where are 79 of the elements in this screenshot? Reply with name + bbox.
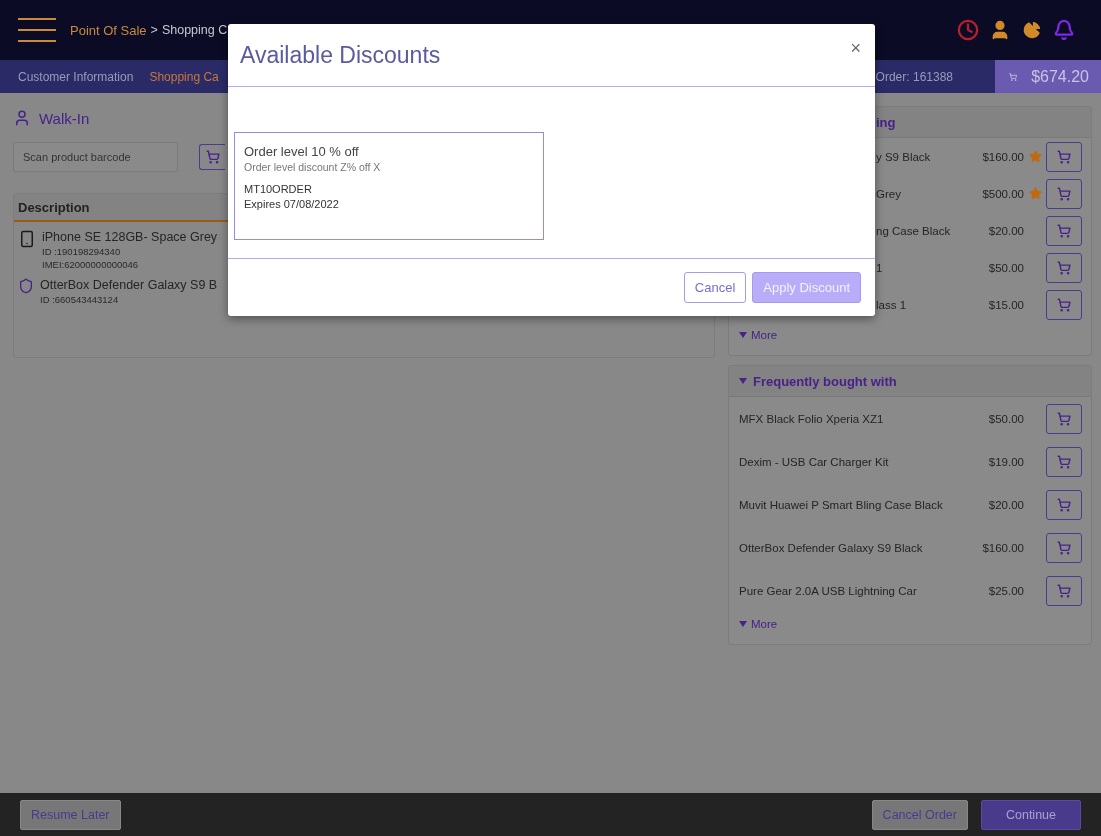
close-button[interactable]: ×	[848, 38, 863, 59]
nav-tab[interactable]: Shopping Ca	[149, 69, 219, 84]
breadcrumb-separator: >	[150, 23, 158, 37]
pie-chart-icon[interactable]	[1021, 19, 1043, 41]
product-name: Pure Gear 2.0A USB Lightning Car	[739, 584, 918, 597]
customer-name[interactable]: Walk-In	[39, 109, 90, 127]
add-to-cart-button[interactable]	[1046, 215, 1082, 246]
product-name: 1	[875, 261, 884, 274]
item-detail: ID :190198294340	[42, 246, 122, 257]
cart-icon	[1057, 497, 1071, 512]
cart-icon	[1057, 186, 1071, 201]
discount-code: MT10ORDER	[244, 183, 313, 195]
add-to-cart-button[interactable]	[1046, 489, 1082, 520]
product-price: $25.00	[988, 584, 1024, 597]
product-price: $50.00	[988, 261, 1024, 274]
item-name: iPhone SE 128GB- Space Grey	[42, 230, 218, 244]
discount-card[interactable]: Order level 10 % off Order level discount Z% off X MT10ORDER Expires 07/08/2022	[234, 132, 544, 240]
bell-icon[interactable]	[1053, 19, 1075, 41]
nav-tab[interactable]: Customer Information	[18, 69, 134, 84]
menu-icon[interactable]	[18, 17, 56, 43]
product-price: $20.00	[988, 224, 1024, 237]
product-price: $50.00	[988, 412, 1024, 425]
item-detail: IMEI:62000000000046	[42, 259, 140, 270]
product-price: $15.00	[988, 298, 1024, 311]
add-to-cart-button[interactable]	[1046, 403, 1082, 434]
add-to-cart-button[interactable]	[1046, 252, 1082, 283]
add-to-cart-button[interactable]	[1046, 178, 1082, 209]
product-price: $19.00	[988, 455, 1024, 468]
more-link[interactable]: More	[729, 612, 788, 644]
product-name: Muvit Huawei P Smart Bling Case Black	[739, 498, 944, 511]
cart-icon	[205, 150, 220, 164]
barcode-field[interactable]: Scan product barcode	[13, 142, 178, 172]
cart-icon	[1057, 297, 1071, 312]
product-name: Dexim - USB Car Charger Kit	[739, 455, 890, 468]
cart-icon	[1057, 540, 1071, 555]
item-detail: ID :660543443124	[40, 294, 120, 305]
add-to-cart-button[interactable]	[1046, 575, 1082, 606]
cart-icon	[1057, 260, 1071, 275]
cart-icon	[1057, 149, 1071, 164]
cart-icon	[1057, 223, 1071, 238]
panel-title[interactable]: ing	[876, 114, 896, 130]
phone-icon	[18, 230, 36, 248]
add-to-cart-button[interactable]	[199, 144, 225, 170]
dialog-button[interactable]: Cancel	[683, 272, 747, 303]
add-to-cart-button[interactable]	[1046, 141, 1082, 172]
user-icon	[13, 109, 31, 127]
clock-icon[interactable]	[957, 19, 979, 41]
product-price: $20.00	[988, 498, 1024, 511]
product-name: y S9 Black	[875, 150, 932, 163]
discount-description: Order level discount Z% off X	[244, 161, 382, 173]
item-name: OtterBox Defender Galaxy S9 B	[40, 278, 218, 292]
add-to-cart-button[interactable]	[1046, 532, 1082, 563]
product-price: $160.00	[982, 541, 1024, 554]
product-name: OtterBox Defender Galaxy S9 Black	[739, 541, 924, 554]
add-to-cart-button[interactable]	[1046, 446, 1082, 477]
order-number: Order: 161388	[875, 69, 953, 84]
caret-icon	[739, 332, 747, 338]
caret-icon	[739, 621, 747, 627]
footer-button[interactable]: Resume Later	[20, 799, 121, 830]
discount-expiry: Expires 07/08/2022	[244, 198, 340, 210]
product-name: Grey	[875, 187, 902, 200]
case-icon	[18, 278, 34, 294]
dialog-title: Available Discounts	[240, 41, 441, 69]
breadcrumb-current: Shopping C	[161, 23, 228, 37]
product-name: lass 1	[875, 298, 908, 311]
footer-button[interactable]: Cancel Order	[871, 799, 968, 830]
breadcrumb-link[interactable]: Point Of Sale	[70, 22, 147, 38]
product-price: $500.00	[982, 187, 1024, 200]
cart-total[interactable]: $674.20	[995, 60, 1101, 93]
cart-icon	[1057, 454, 1071, 469]
footer-button[interactable]: Continue	[980, 799, 1081, 830]
cart-icon	[1057, 583, 1071, 598]
cart-icon	[1057, 411, 1071, 426]
discount-name: Order level 10 % off	[244, 144, 360, 159]
product-name: MFX Black Folio Xperia XZ1	[739, 412, 885, 425]
more-link[interactable]: More	[729, 323, 788, 355]
product-price: $160.00	[982, 150, 1024, 163]
product-name: ng Case Black	[875, 224, 952, 237]
add-to-cart-button[interactable]	[1046, 289, 1082, 320]
